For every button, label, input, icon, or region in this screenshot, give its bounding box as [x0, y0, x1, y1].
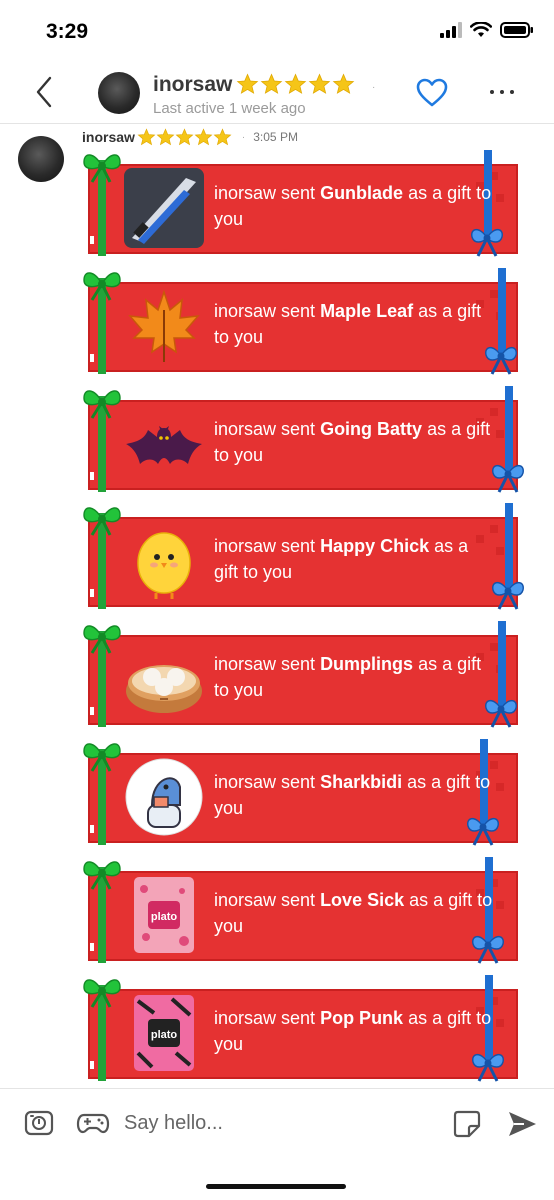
- gift-name: Love Sick: [320, 890, 405, 910]
- gift-message[interactable]: inorsaw sent Happy Chick as a gift to yo…: [80, 503, 544, 615]
- avatar[interactable]: [98, 72, 140, 114]
- sender-avatar[interactable]: [18, 136, 64, 182]
- gunblade-icon: [124, 168, 204, 248]
- user-name[interactable]: inorsaw: [153, 73, 232, 97]
- gift-prefix: inorsaw sent: [214, 654, 321, 674]
- more-options-button[interactable]: [490, 82, 524, 102]
- gift-text: inorsaw sent Love Sick as a gift to you: [214, 887, 494, 939]
- gift-message[interactable]: inorsaw sent Gunblade as a gift to you: [80, 150, 544, 262]
- gift-text: inorsaw sent Happy Chick as a gift to yo…: [214, 533, 494, 585]
- dumplings-icon: [124, 639, 204, 719]
- shark-icon: [124, 757, 204, 837]
- gift-name: Happy Chick: [320, 536, 430, 556]
- gift-name: Pop Punk: [320, 1008, 404, 1028]
- chat-header: inorsaw · Last active 1 week ago: [0, 60, 554, 124]
- separator-dot: ·: [241, 131, 246, 143]
- back-button[interactable]: [30, 74, 60, 110]
- plato-card-icon: plato: [124, 993, 204, 1073]
- star-icon: [260, 73, 283, 96]
- rating-stars: [137, 127, 232, 147]
- green-bow-icon: [83, 861, 121, 890]
- game-controller-icon[interactable]: [76, 1109, 110, 1137]
- gift-prefix: inorsaw sent: [214, 419, 321, 439]
- heart-button[interactable]: [416, 78, 448, 108]
- green-bow-icon: [83, 507, 121, 536]
- gift-text: inorsaw sent Going Batty as a gift to yo…: [214, 416, 494, 468]
- gift-prefix: inorsaw sent: [214, 1008, 321, 1028]
- gift-text: inorsaw sent Gunblade as a gift to you: [214, 180, 494, 232]
- plato-card-icon: plato: [124, 875, 204, 955]
- gift-name: Dumplings: [320, 654, 414, 674]
- send-icon[interactable]: [506, 1109, 538, 1139]
- status-time: 3:29: [46, 20, 89, 43]
- battery-icon: [500, 22, 533, 38]
- home-indicator: [206, 1184, 346, 1189]
- star-icon: [308, 73, 331, 96]
- signal-icon: [440, 22, 462, 38]
- message-meta: inorsaw · 3:05 PM: [82, 127, 298, 147]
- star-icon: [175, 127, 194, 147]
- gift-message[interactable]: inorsaw sent Maple Leaf as a gift to you: [80, 268, 544, 380]
- dot-icon: [490, 90, 494, 94]
- svg-text:plato: plato: [151, 1029, 178, 1041]
- chick-icon: [124, 521, 204, 601]
- star-icon: [213, 127, 232, 147]
- message-input[interactable]: [124, 1107, 424, 1139]
- star-icon: [137, 127, 156, 147]
- star-icon: [156, 127, 175, 147]
- gift-text: inorsaw sent Pop Punk as a gift to you: [214, 1005, 494, 1057]
- green-bow-icon: [83, 154, 121, 183]
- status-icons: [440, 22, 534, 38]
- star-icon: [194, 127, 213, 147]
- bat-icon: [124, 404, 204, 484]
- svg-text:plato: plato: [151, 911, 178, 923]
- star-icon: [284, 73, 307, 96]
- star-icon: [332, 73, 355, 96]
- gift-message[interactable]: inorsaw sent Dumplings as a gift to you: [80, 621, 544, 733]
- rating-stars: [236, 73, 355, 96]
- gift-message[interactable]: plato inorsaw sent Pop Punk as a gift to …: [80, 975, 544, 1087]
- gift-prefix: inorsaw sent: [214, 183, 321, 203]
- blue-bow-icon: [492, 464, 524, 493]
- star-icon: [236, 73, 259, 96]
- dot-icon: [510, 90, 514, 94]
- photo-icon[interactable]: [24, 1109, 54, 1137]
- green-bow-icon: [83, 390, 121, 419]
- green-bow-icon: [83, 272, 121, 301]
- composer-bar: [0, 1088, 554, 1158]
- message-time: 3:05 PM: [253, 130, 298, 144]
- last-active-status: Last active 1 week ago: [153, 100, 306, 117]
- wifi-icon: [470, 22, 492, 37]
- gift-message[interactable]: plato inorsaw sent Love Sick as a gift to…: [80, 857, 544, 969]
- green-bow-icon: [83, 979, 121, 1008]
- gift-message[interactable]: inorsaw sent Sharkbidi as a gift to you: [80, 739, 544, 851]
- status-bar: 3:29: [0, 0, 554, 60]
- gift-name: Maple Leaf: [320, 301, 414, 321]
- gift-name: Going Batty: [320, 419, 423, 439]
- dot-icon: [500, 90, 504, 94]
- green-bow-icon: [83, 743, 121, 772]
- sticker-icon[interactable]: [452, 1109, 482, 1139]
- blue-bow-icon: [492, 581, 524, 610]
- gift-name: Sharkbidi: [320, 772, 403, 792]
- gift-text: inorsaw sent Maple Leaf as a gift to you: [214, 298, 494, 350]
- gift-prefix: inorsaw sent: [214, 772, 321, 792]
- green-bow-icon: [83, 625, 121, 654]
- gift-prefix: inorsaw sent: [214, 536, 321, 556]
- gift-prefix: inorsaw sent: [214, 301, 321, 321]
- separator-dot: ·: [372, 82, 376, 93]
- gift-name: Gunblade: [320, 183, 404, 203]
- maple-leaf-icon: [124, 286, 204, 366]
- gift-message[interactable]: inorsaw sent Going Batty as a gift to yo…: [80, 386, 544, 498]
- sender-name[interactable]: inorsaw: [82, 129, 135, 145]
- gift-text: inorsaw sent Sharkbidi as a gift to you: [214, 769, 494, 821]
- gift-text: inorsaw sent Dumplings as a gift to you: [214, 651, 494, 703]
- gift-prefix: inorsaw sent: [214, 890, 321, 910]
